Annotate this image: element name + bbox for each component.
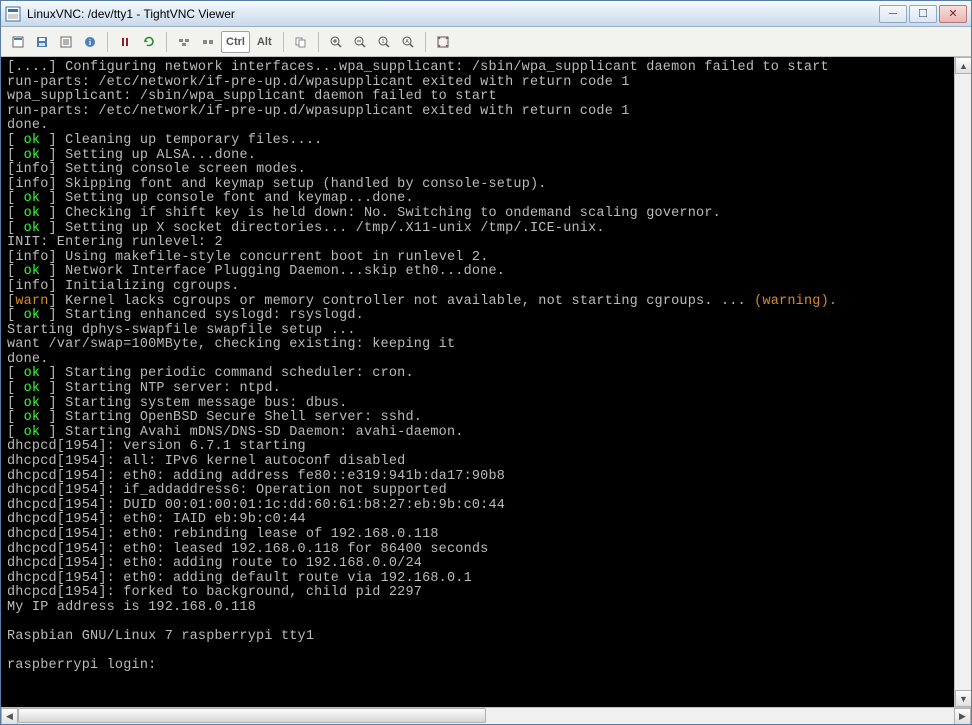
toolbar-separator xyxy=(107,32,108,52)
terminal-line: [ ok ] Checking if shift key is held dow… xyxy=(7,207,965,222)
scroll-right-button[interactable]: ▶ xyxy=(954,708,971,725)
terminal-line: Raspbian GNU/Linux 7 raspberrypi tty1 xyxy=(7,630,965,645)
terminal-line: wpa_supplicant: /sbin/wpa_supplicant dae… xyxy=(7,90,965,105)
ctrl-toggle-button[interactable]: Ctrl xyxy=(221,31,250,53)
terminal-line: [ ok ] Cleaning up temporary files.... xyxy=(7,134,965,149)
terminal-line: Starting dphys-swapfile swapfile setup .… xyxy=(7,324,965,339)
window-frame: LinuxVNC: /dev/tty1 - TightVNC Viewer ─ … xyxy=(0,0,972,725)
terminal-line: [ ok ] Starting NTP server: ntpd. xyxy=(7,382,965,397)
fullscreen-button[interactable] xyxy=(432,31,454,53)
terminal-line: [ ok ] Setting up console font and keyma… xyxy=(7,192,965,207)
options-button[interactable] xyxy=(55,31,77,53)
terminal-line: dhcpcd[1954]: version 6.7.1 starting xyxy=(7,440,965,455)
zoom-auto-button[interactable]: A xyxy=(397,31,419,53)
ctrl-esc-button[interactable] xyxy=(197,31,219,53)
app-icon xyxy=(5,6,21,22)
terminal-line: dhcpcd[1954]: eth0: adding route to 192.… xyxy=(7,557,965,572)
terminal-line: dhcpcd[1954]: DUID 00:01:00:01:1c:dd:60:… xyxy=(7,499,965,514)
scrollbar-track[interactable] xyxy=(18,708,954,725)
terminal-line xyxy=(7,616,965,631)
connection-info-button[interactable]: i xyxy=(79,31,101,53)
terminal-line: dhcpcd[1954]: eth0: leased 192.168.0.118… xyxy=(7,543,965,558)
scrollbar-track[interactable] xyxy=(955,74,971,690)
new-connection-button[interactable] xyxy=(7,31,29,53)
terminal-line: INIT: Entering runlevel: 2 xyxy=(7,236,965,251)
terminal-line: raspberrypi login: xyxy=(7,659,965,674)
terminal-line: dhcpcd[1954]: forked to background, chil… xyxy=(7,586,965,601)
scroll-left-button[interactable]: ◀ xyxy=(1,708,18,725)
terminal-viewport[interactable]: [....] Configuring network interfaces...… xyxy=(1,57,971,724)
terminal-line: [ ok ] Starting enhanced syslogd: rsyslo… xyxy=(7,309,965,324)
terminal-line: [ ok ] Network Interface Plugging Daemon… xyxy=(7,265,965,280)
terminal-line: [ ok ] Starting periodic command schedul… xyxy=(7,367,965,382)
titlebar[interactable]: LinuxVNC: /dev/tty1 - TightVNC Viewer ─ … xyxy=(1,1,971,27)
alt-toggle-button[interactable]: Alt xyxy=(252,31,277,53)
terminal-content: [....] Configuring network interfaces...… xyxy=(1,57,971,676)
terminal-line: done. xyxy=(7,119,965,134)
terminal-line: [info] Initializing cgroups. xyxy=(7,280,965,295)
zoom-out-button[interactable] xyxy=(349,31,371,53)
terminal-line: dhcpcd[1954]: all: IPv6 kernel autoconf … xyxy=(7,455,965,470)
terminal-line: want /var/swap=100MByte, checking existi… xyxy=(7,338,965,353)
toolbar-separator xyxy=(283,32,284,52)
toolbar-separator xyxy=(425,32,426,52)
toolbar-separator xyxy=(166,32,167,52)
terminal-line: [ ok ] Starting OpenBSD Secure Shell ser… xyxy=(7,411,965,426)
zoom-in-button[interactable] xyxy=(325,31,347,53)
terminal-line: done. xyxy=(7,353,965,368)
close-button[interactable]: ✕ xyxy=(939,5,967,23)
terminal-line: [ ok ] Starting Avahi mDNS/DNS-SD Daemon… xyxy=(7,426,965,441)
terminal-line: dhcpcd[1954]: eth0: IAID eb:9b:c0:44 xyxy=(7,513,965,528)
horizontal-scrollbar[interactable]: ◀ ▶ xyxy=(1,707,971,724)
refresh-button[interactable] xyxy=(138,31,160,53)
ctrl-alt-del-button[interactable] xyxy=(173,31,195,53)
terminal-line: [ ok ] Starting system message bus: dbus… xyxy=(7,397,965,412)
zoom-100-button[interactable]: 1 xyxy=(373,31,395,53)
terminal-line: [....] Configuring network interfaces...… xyxy=(7,61,965,76)
toolbar: i Ctrl Alt 1 A xyxy=(1,27,971,57)
scroll-up-button[interactable]: ▲ xyxy=(955,57,971,74)
terminal-line xyxy=(7,645,965,660)
transfer-files-button[interactable] xyxy=(290,31,312,53)
terminal-line: [ ok ] Setting up X socket directories..… xyxy=(7,222,965,237)
terminal-line: dhcpcd[1954]: eth0: rebinding lease of 1… xyxy=(7,528,965,543)
svg-text:1: 1 xyxy=(381,39,384,45)
window-title: LinuxVNC: /dev/tty1 - TightVNC Viewer xyxy=(27,7,879,21)
minimize-button[interactable]: ─ xyxy=(879,5,907,23)
terminal-line: [info] Using makefile-style concurrent b… xyxy=(7,251,965,266)
terminal-line: run-parts: /etc/network/if-pre-up.d/wpas… xyxy=(7,76,965,91)
terminal-line: [warn] Kernel lacks cgroups or memory co… xyxy=(7,295,965,310)
toolbar-separator xyxy=(318,32,319,52)
terminal-line: run-parts: /etc/network/if-pre-up.d/wpas… xyxy=(7,105,965,120)
scrollbar-thumb[interactable] xyxy=(18,708,486,723)
save-button[interactable] xyxy=(31,31,53,53)
terminal-line: My IP address is 192.168.0.118 xyxy=(7,601,965,616)
maximize-button[interactable]: ☐ xyxy=(909,5,937,23)
terminal-line: [info] Setting console screen modes. xyxy=(7,163,965,178)
terminal-line: [ ok ] Setting up ALSA...done. xyxy=(7,149,965,164)
terminal-line: dhcpcd[1954]: eth0: adding default route… xyxy=(7,572,965,587)
scroll-down-button[interactable]: ▼ xyxy=(955,690,971,707)
vertical-scrollbar[interactable]: ▲ ▼ xyxy=(954,57,971,707)
terminal-line: dhcpcd[1954]: eth0: adding address fe80:… xyxy=(7,470,965,485)
terminal-line: dhcpcd[1954]: if_addaddress6: Operation … xyxy=(7,484,965,499)
pause-button[interactable] xyxy=(114,31,136,53)
terminal-line: [info] Skipping font and keymap setup (h… xyxy=(7,178,965,193)
